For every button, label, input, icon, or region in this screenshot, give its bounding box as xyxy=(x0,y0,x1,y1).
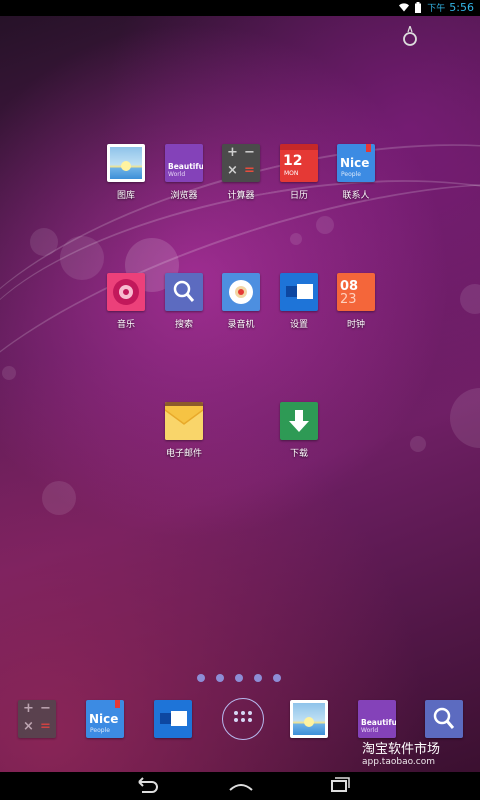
search-icon xyxy=(165,273,203,311)
download-icon xyxy=(280,402,318,440)
apps-grid-icon xyxy=(234,711,252,722)
app-contacts[interactable]: Nice People 联系人 xyxy=(321,144,391,201)
dock-settings[interactable] xyxy=(154,700,192,738)
page-dot[interactable] xyxy=(254,674,262,682)
battery-icon xyxy=(415,2,422,13)
page-dot[interactable] xyxy=(216,674,224,682)
recents-icon[interactable] xyxy=(324,776,354,796)
status-bar: 下午 5:56 xyxy=(0,0,480,16)
page-dot[interactable] xyxy=(235,674,243,682)
watermark: 淘宝软件市场 app.taobao.com xyxy=(362,738,440,767)
clock-tile-minute: 23 xyxy=(340,292,357,307)
search-icon xyxy=(433,707,455,729)
dock-contacts-subtext: People xyxy=(90,727,110,734)
calculator-icon: + − × = xyxy=(222,144,260,182)
app-label: 时钟 xyxy=(346,320,365,330)
contacts-icon: Nice People xyxy=(337,144,375,182)
watermark-title: 淘宝软件市场 xyxy=(362,742,441,757)
back-icon[interactable] xyxy=(130,776,160,796)
dock-gallery[interactable] xyxy=(290,700,328,738)
ring-icon xyxy=(403,26,417,46)
home-icon[interactable] xyxy=(226,776,256,796)
calendar-tile-weekday: MON xyxy=(284,170,299,177)
app-label: 联系人 xyxy=(342,191,370,201)
watermark-url: app.taobao.com xyxy=(362,757,436,767)
app-download[interactable]: 下载 xyxy=(264,402,334,459)
calendar-icon: 12 MON xyxy=(280,144,318,182)
page-dot[interactable] xyxy=(273,674,281,682)
app-email[interactable]: 电子邮件 xyxy=(149,402,219,459)
app-clock[interactable]: 08 23 时钟 xyxy=(321,273,391,330)
app-label: 电子邮件 xyxy=(165,449,202,459)
status-period: 下午 xyxy=(427,4,446,14)
dock-browser-text: Beautiful xyxy=(361,718,396,727)
dock-search[interactable] xyxy=(425,700,463,738)
settings-icon xyxy=(280,273,318,311)
browser-icon: Beautiful World xyxy=(165,144,203,182)
music-icon xyxy=(107,273,145,311)
gallery-icon xyxy=(107,144,145,182)
page-indicator xyxy=(197,674,281,682)
browser-tile-text: Beautiful xyxy=(168,162,203,171)
dock-calculator[interactable]: + − × = xyxy=(18,700,56,738)
clock-icon: 08 23 xyxy=(337,273,375,311)
contacts-tile-text: Nice xyxy=(340,156,370,170)
status-time: 5:56 xyxy=(449,1,474,14)
page-dot[interactable] xyxy=(197,674,205,682)
recorder-icon xyxy=(222,273,260,311)
navigation-bar xyxy=(0,772,480,800)
dock-browser-subtext: World xyxy=(361,727,379,734)
browser-tile-subtext: World xyxy=(168,171,186,178)
dock-contacts[interactable]: Nice People xyxy=(86,700,124,738)
dock-contacts-text: Nice xyxy=(89,712,119,726)
app-drawer-button[interactable] xyxy=(222,698,264,740)
app-label: 下载 xyxy=(289,449,308,459)
email-icon xyxy=(165,402,203,440)
dock-browser[interactable]: Beautiful World xyxy=(358,700,396,738)
contacts-tile-subtext: People xyxy=(341,171,361,178)
wallpaper xyxy=(0,16,480,772)
calendar-tile-day: 12 xyxy=(283,153,303,169)
wifi-icon xyxy=(399,3,410,12)
